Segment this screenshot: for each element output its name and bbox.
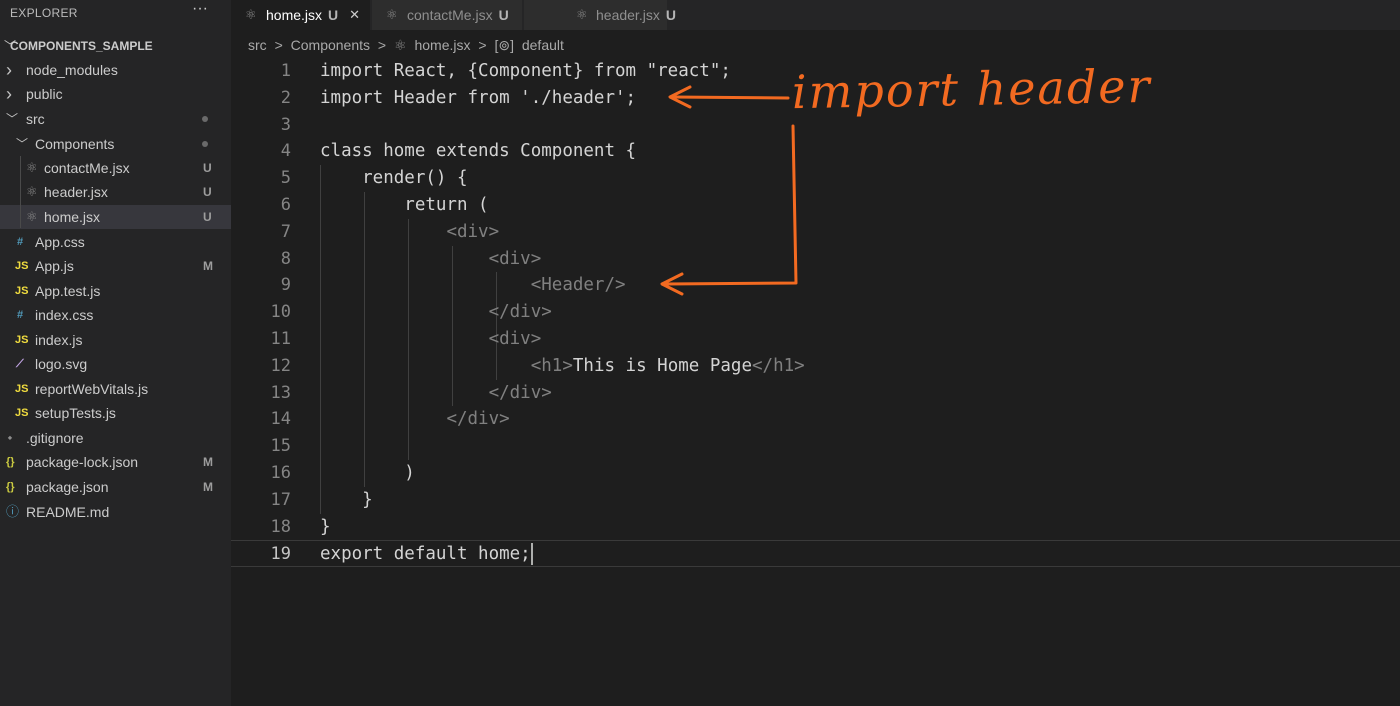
arrow-to-import-line [670, 95, 790, 100]
arrow-connector-vertical [663, 124, 798, 286]
annotation-arrows [660, 85, 798, 296]
